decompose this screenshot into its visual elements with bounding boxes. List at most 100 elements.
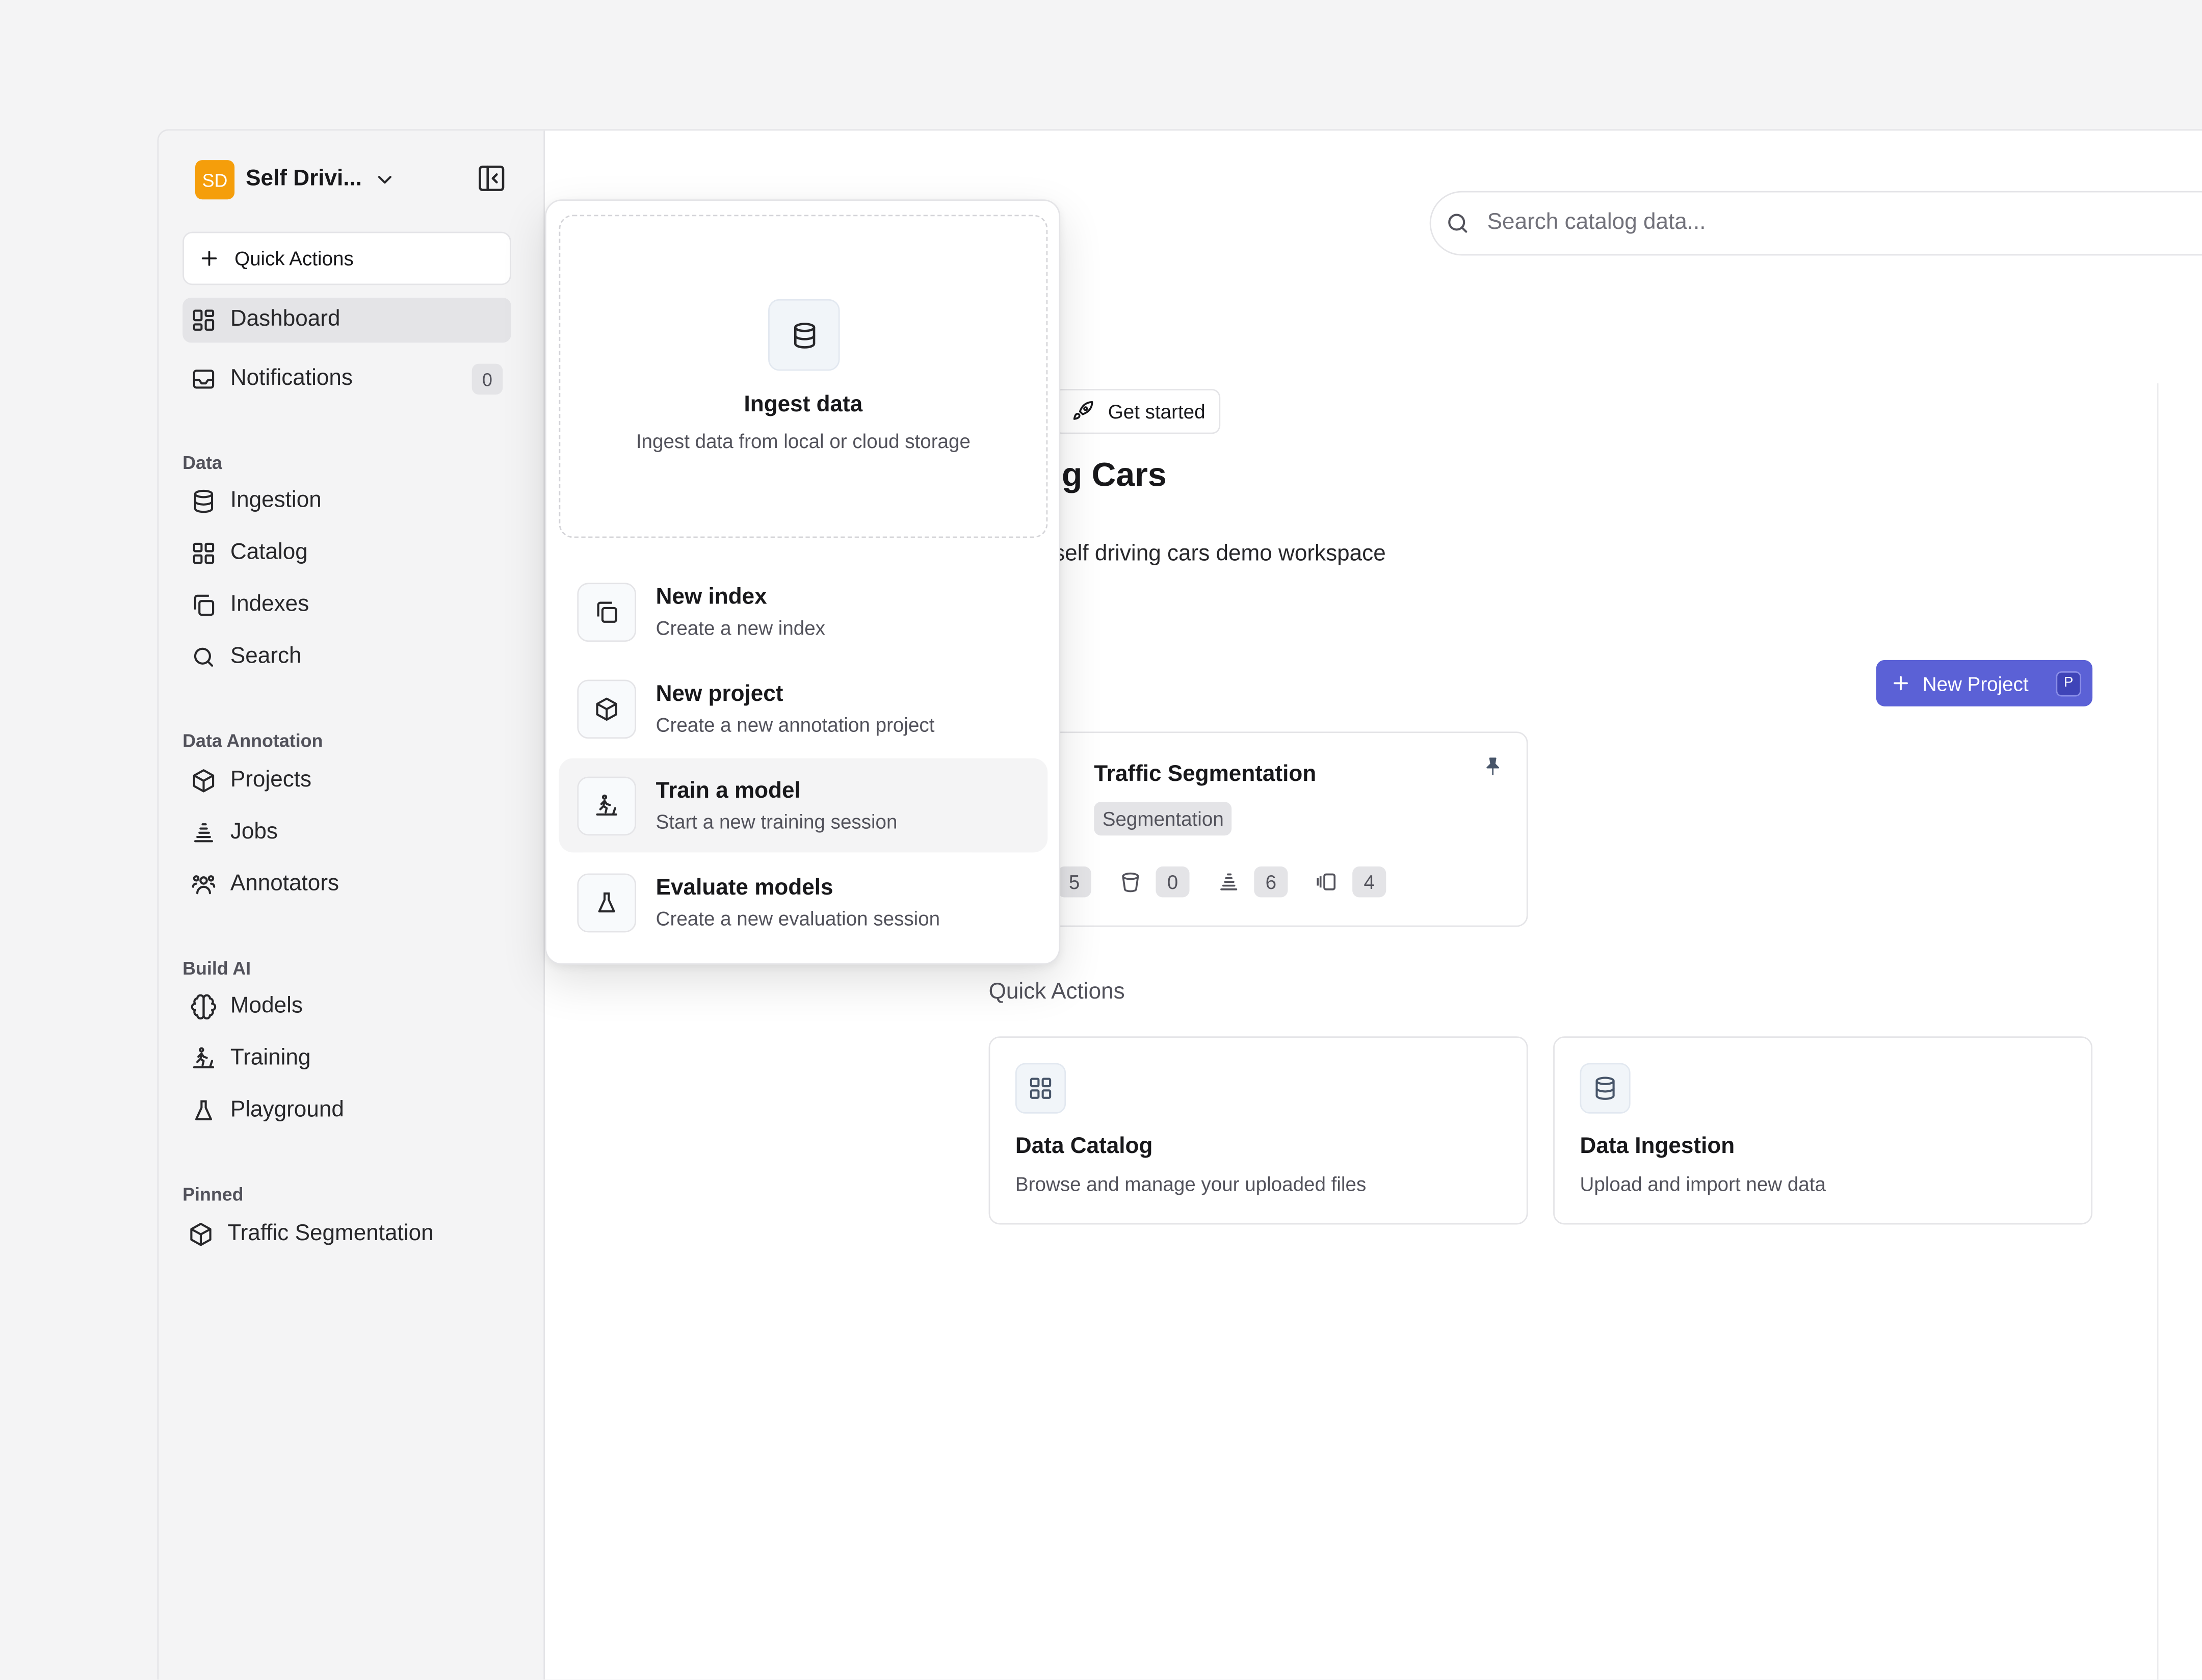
menu-item-title: New index bbox=[656, 585, 767, 609]
stat-bucket: 0 bbox=[1119, 866, 1190, 898]
nav-catalog-label: Catalog bbox=[230, 540, 308, 565]
copy-icon bbox=[191, 593, 217, 618]
stat-items: 5 bbox=[1057, 866, 1091, 898]
flask-icon bbox=[577, 873, 637, 932]
nav-notifications[interactable]: Notifications 0 bbox=[182, 357, 511, 402]
nav-indexes[interactable]: Indexes bbox=[182, 583, 511, 627]
nav-jobs[interactable]: Jobs bbox=[182, 810, 511, 855]
menu-item-train-model[interactable]: Train a model Start a new training sessi… bbox=[559, 758, 1048, 853]
divider bbox=[2157, 383, 2159, 1680]
menu-item-desc: Create a new annotation project bbox=[656, 713, 935, 736]
quick-action-title: Data Catalog bbox=[1015, 1135, 1153, 1159]
quick-actions-button[interactable]: Quick Actions bbox=[182, 231, 511, 285]
new-project-label: New Project bbox=[1922, 672, 2029, 695]
new-project-button[interactable]: New Project P bbox=[1876, 660, 2093, 706]
menu-item-desc: Create a new index bbox=[656, 616, 826, 639]
nav-search-label: Search bbox=[230, 644, 302, 669]
database-icon bbox=[768, 299, 840, 371]
project-tag: Segmentation bbox=[1094, 802, 1233, 836]
section-annotation-title: Data Annotation bbox=[182, 730, 323, 751]
database-icon bbox=[191, 489, 217, 514]
quick-actions-menu: Ingest data Ingest data from local or cl… bbox=[544, 199, 1061, 965]
workspace-avatar: SD bbox=[195, 160, 235, 200]
nav-pinned-traffic-segmentation[interactable]: Traffic Segmentation bbox=[182, 1212, 511, 1257]
rocket-icon bbox=[1071, 400, 1094, 423]
nav-ingestion-label: Ingestion bbox=[230, 488, 322, 513]
brain-icon bbox=[191, 994, 217, 1020]
quick-action-desc: Upload and import new data bbox=[1580, 1172, 1826, 1195]
nav-ingestion[interactable]: Ingestion bbox=[182, 479, 511, 523]
shortcut-badge: P bbox=[2056, 670, 2082, 696]
box-icon bbox=[577, 679, 637, 738]
get-started-button[interactable]: Get started bbox=[1053, 389, 1221, 434]
workspace-switcher[interactable]: SD Self Drivi... bbox=[195, 160, 396, 200]
sidebar: SD Self Drivi... Quick Actions Dashboard… bbox=[159, 130, 544, 1680]
menu-item-new-index[interactable]: New index Create a new index bbox=[559, 565, 1048, 659]
menu-item-title: Evaluate models bbox=[656, 875, 833, 900]
stat-cards: 4 bbox=[1316, 866, 1386, 898]
search-bar[interactable] bbox=[1429, 191, 2202, 256]
nav-jobs-label: Jobs bbox=[230, 820, 278, 844]
quick-action-title: Data Ingestion bbox=[1580, 1135, 1735, 1159]
quick-actions-title: Quick Actions bbox=[988, 980, 1125, 1004]
get-started-label: Get started bbox=[1108, 400, 1205, 423]
box-icon bbox=[191, 768, 217, 794]
project-stats: 5 0 6 4 bbox=[1057, 866, 1386, 898]
nav-indexes-label: Indexes bbox=[230, 592, 309, 617]
quick-actions-label: Quick Actions bbox=[234, 247, 354, 270]
quick-action-data-catalog[interactable]: Data Catalog Browse and manage your uplo… bbox=[988, 1036, 1528, 1225]
nav-models[interactable]: Models bbox=[182, 984, 511, 1029]
copy-icon bbox=[577, 582, 637, 641]
search-icon bbox=[191, 645, 217, 670]
nav-models-label: Models bbox=[230, 994, 303, 1018]
menu-item-title: New project bbox=[656, 681, 783, 706]
nav-dashboard-label: Dashboard bbox=[230, 307, 340, 332]
database-icon bbox=[1580, 1063, 1631, 1114]
nav-notifications-label: Notifications bbox=[230, 366, 353, 390]
menu-item-desc: Start a new training session bbox=[656, 809, 898, 832]
plus-icon bbox=[1890, 673, 1911, 694]
nav-annotators-label: Annotators bbox=[230, 872, 339, 896]
nav-annotators[interactable]: Annotators bbox=[182, 862, 511, 907]
nav-catalog[interactable]: Catalog bbox=[182, 531, 511, 575]
ingest-data-dropzone[interactable]: Ingest data Ingest data from local or cl… bbox=[559, 215, 1048, 538]
treadmill-icon bbox=[577, 776, 637, 835]
section-build-ai-title: Build AI bbox=[182, 957, 251, 979]
menu-item-title: Train a model bbox=[656, 778, 801, 803]
quick-action-data-ingestion[interactable]: Data Ingestion Upload and import new dat… bbox=[1553, 1036, 2093, 1225]
nav-search[interactable]: Search bbox=[182, 635, 511, 679]
gallery-icon bbox=[1316, 871, 1339, 893]
stat-value: 6 bbox=[1254, 866, 1288, 898]
flask-icon bbox=[191, 1098, 217, 1123]
project-card[interactable]: Traffic Segmentation Segmentation 5 0 6 … bbox=[1022, 731, 1528, 927]
grid-icon bbox=[191, 541, 217, 566]
stat-value: 4 bbox=[1352, 866, 1386, 898]
workspace-name: Self Drivi... bbox=[246, 167, 362, 191]
stat-value: 5 bbox=[1057, 866, 1091, 898]
grid-icon bbox=[1015, 1063, 1066, 1114]
menu-item-desc: Create a new evaluation session bbox=[656, 906, 940, 929]
app-window: SD Self Drivi... Quick Actions Dashboard… bbox=[157, 129, 2202, 1680]
menu-item-new-project[interactable]: New project Create a new annotation proj… bbox=[559, 662, 1048, 756]
pin-icon[interactable] bbox=[1482, 755, 1504, 778]
nav-projects-label: Projects bbox=[230, 768, 312, 792]
search-icon bbox=[1445, 211, 1471, 236]
nav-projects[interactable]: Projects bbox=[182, 758, 511, 803]
stat-jobs: 6 bbox=[1218, 866, 1288, 898]
bucket-icon bbox=[1119, 871, 1142, 893]
section-data-title: Data bbox=[182, 452, 222, 474]
menu-item-evaluate-models[interactable]: Evaluate models Create a new evaluation … bbox=[559, 855, 1048, 950]
nav-training[interactable]: Training bbox=[182, 1036, 511, 1081]
nav-playground[interactable]: Playground bbox=[182, 1088, 511, 1133]
nav-pinned-label: Traffic Segmentation bbox=[227, 1221, 434, 1246]
stat-value: 0 bbox=[1156, 866, 1190, 898]
notifications-count: 0 bbox=[471, 363, 503, 395]
search-input[interactable] bbox=[1487, 211, 2049, 236]
plus-icon bbox=[198, 247, 220, 270]
project-card-title: Traffic Segmentation bbox=[1094, 763, 1317, 786]
nav-dashboard[interactable]: Dashboard bbox=[182, 298, 511, 343]
treadmill-icon bbox=[191, 1046, 217, 1072]
section-pinned-title: Pinned bbox=[182, 1184, 244, 1205]
sidebar-collapse-icon[interactable] bbox=[476, 163, 507, 194]
quick-action-desc: Browse and manage your uploaded files bbox=[1015, 1172, 1367, 1195]
